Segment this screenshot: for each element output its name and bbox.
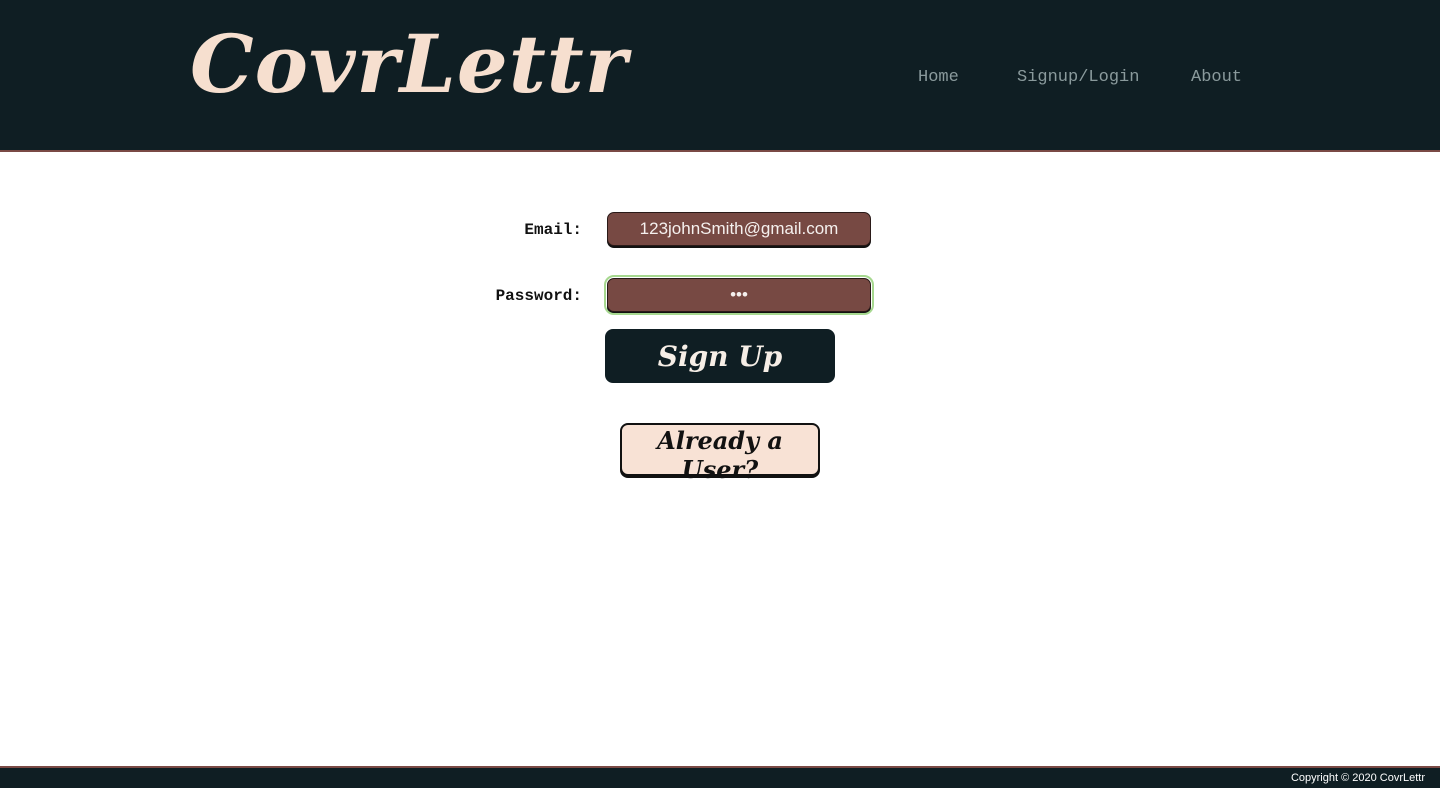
nav-about-link[interactable]: About [1191, 66, 1242, 90]
main-nav: Home Signup/Login About [0, 66, 1440, 96]
logo[interactable]: CovrLettr [190, 16, 628, 112]
nav-home-link[interactable]: Home [918, 66, 959, 90]
password-label: Password: [495, 287, 582, 305]
email-field[interactable] [607, 212, 871, 246]
site-footer: Copyright © 2020 CovrLettr [0, 766, 1440, 788]
site-header: CovrLettr Home Signup/Login About [0, 0, 1440, 152]
already-a-user-button[interactable]: Already a User? [620, 423, 820, 484]
sign-up-button[interactable]: Sign Up [605, 329, 835, 383]
email-label: Email: [524, 221, 582, 239]
nav-signup-login-link[interactable]: Signup/Login [1017, 66, 1139, 90]
password-field[interactable] [604, 275, 874, 315]
copyright-text: Copyright © 2020 CovrLettr [1290, 772, 1425, 784]
